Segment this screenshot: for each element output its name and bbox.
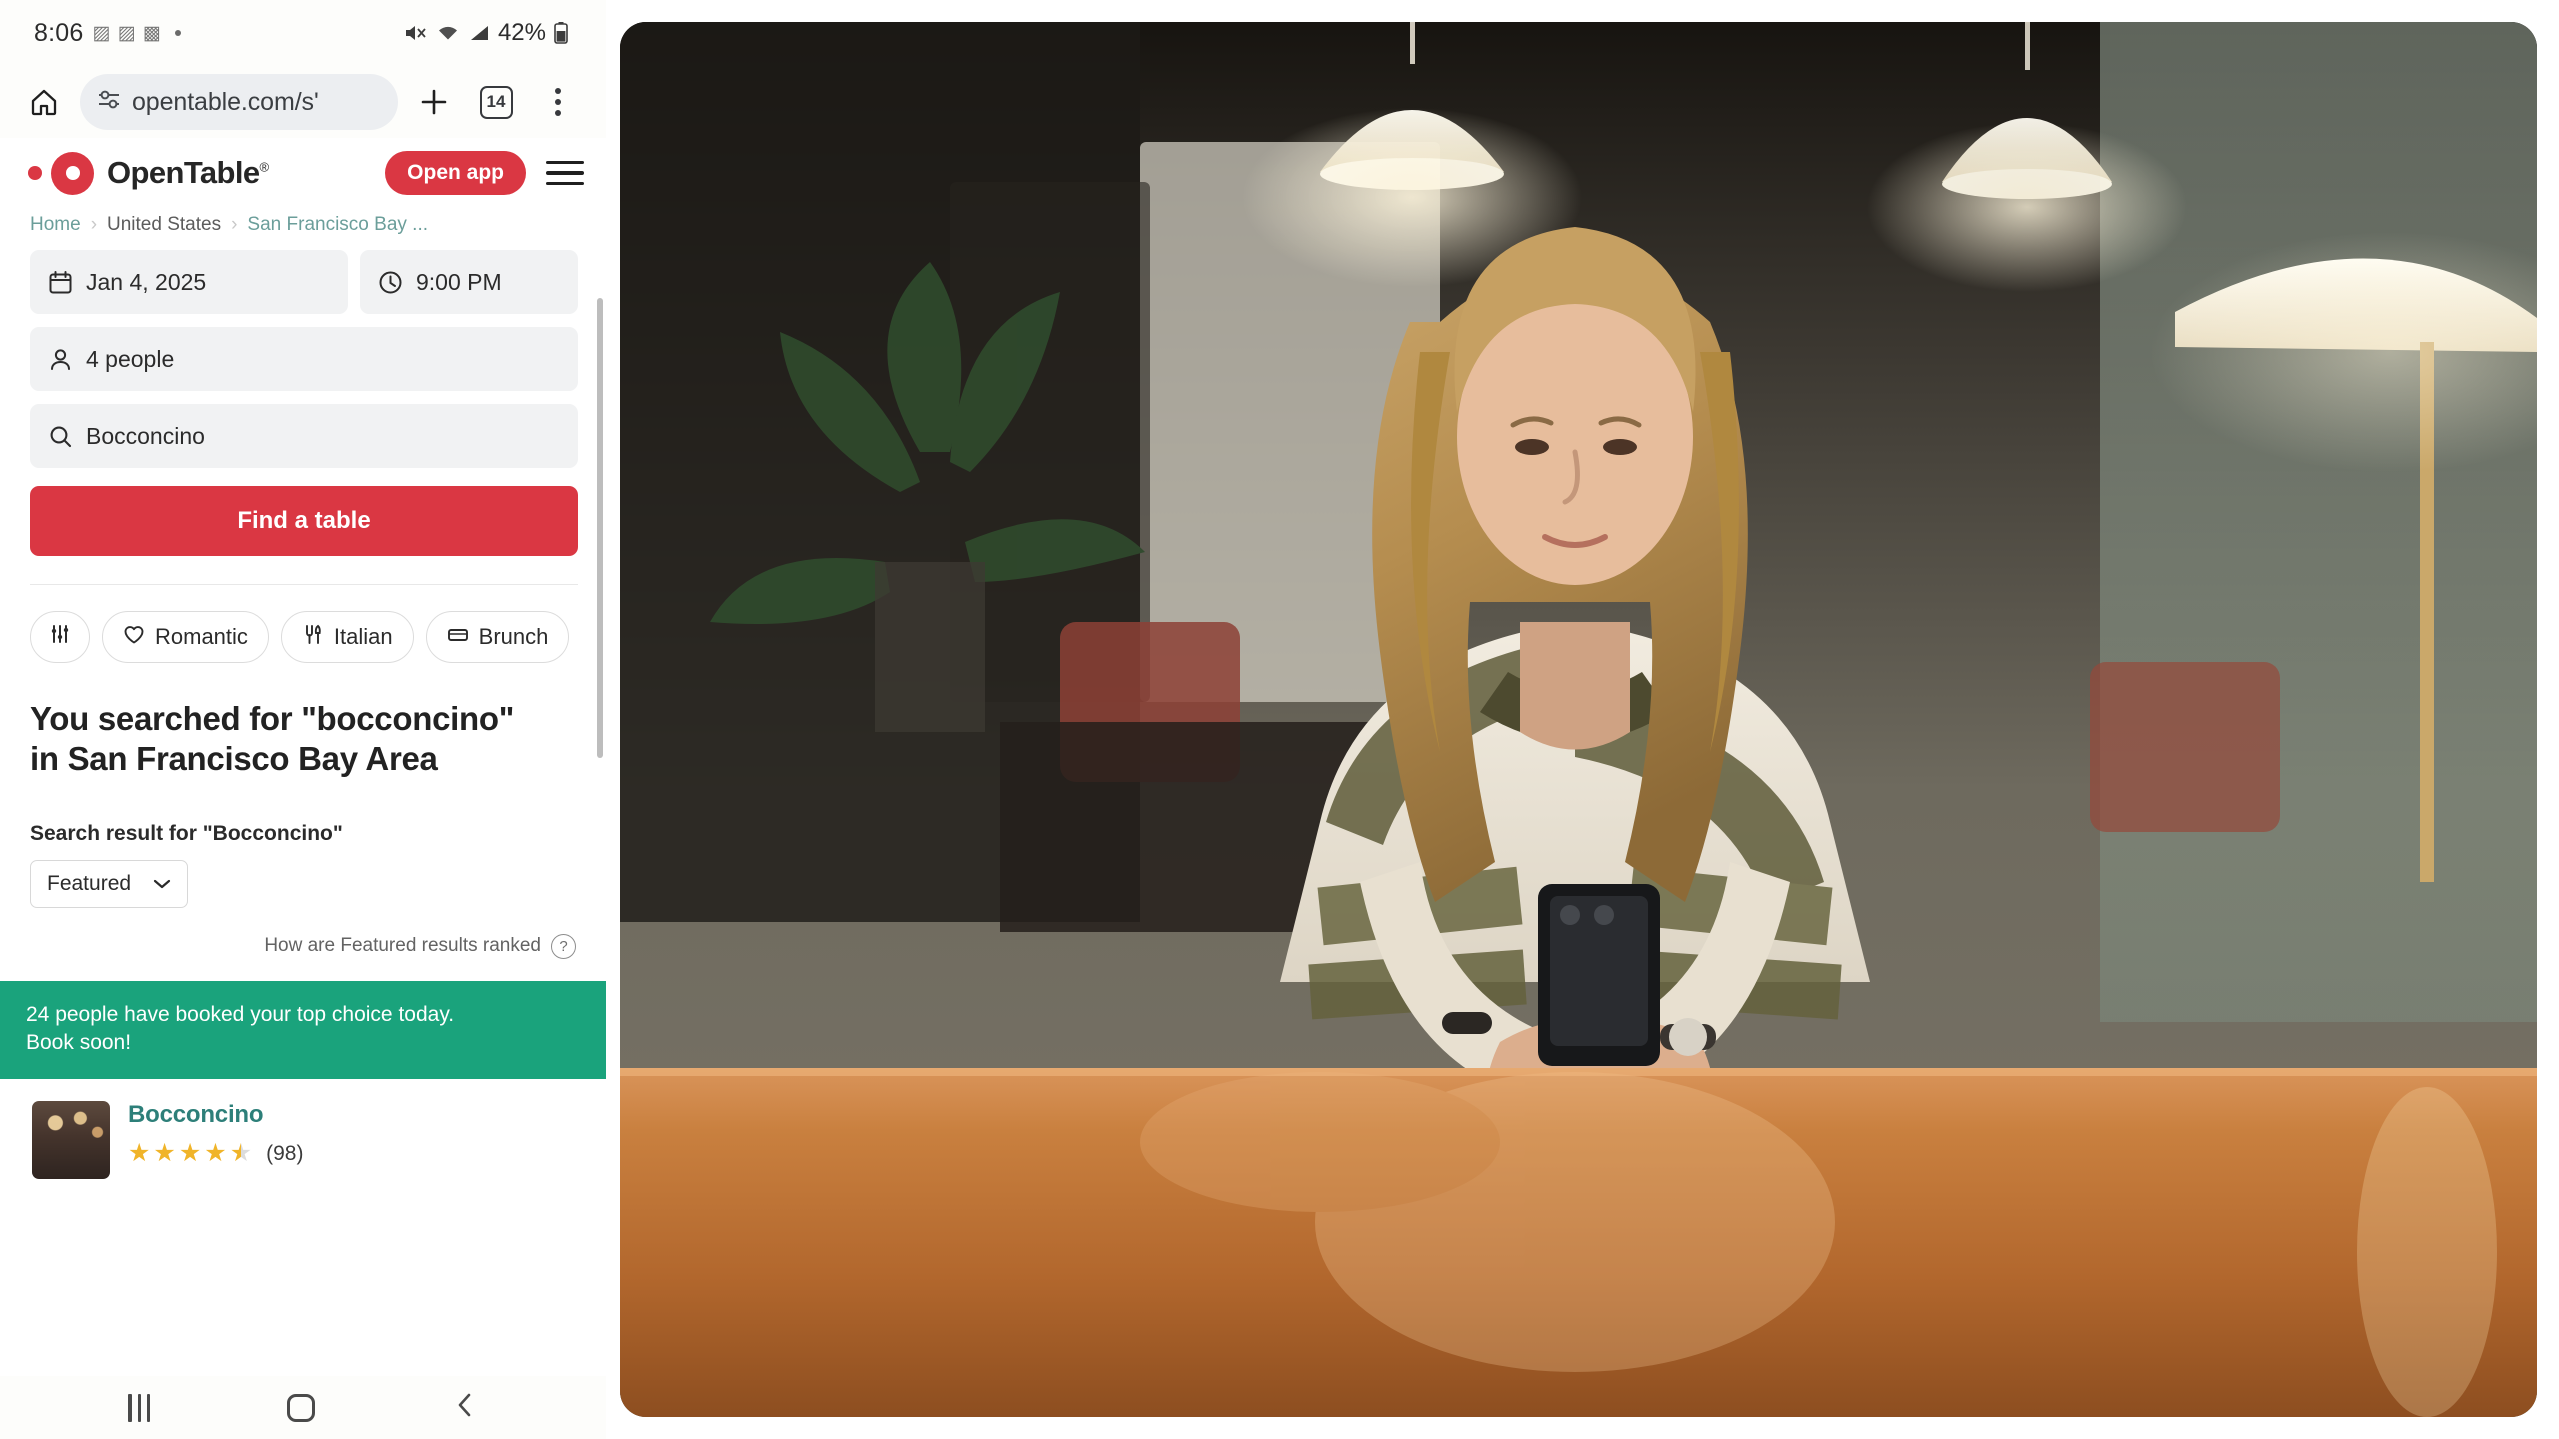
breadcrumb-item-san-francisco[interactable]: San Francisco Bay ... bbox=[247, 214, 428, 236]
brunch-icon bbox=[447, 624, 469, 651]
breadcrumb-item-united-states[interactable]: United States bbox=[107, 214, 221, 236]
screenshot-stage: 8:06 ▨ ▨ ▩ 42% opentable.com/s' 14 OpenT… bbox=[0, 0, 2559, 1439]
kebab-dots bbox=[555, 88, 561, 116]
person-icon bbox=[48, 347, 73, 372]
restaurant-info: Bocconcino ★ ★ ★ ★ ★ (98) bbox=[128, 1101, 576, 1179]
chip-brunch[interactable]: Brunch bbox=[425, 611, 570, 663]
page-title-line2: in San Francisco Bay Area bbox=[30, 740, 438, 778]
registered-mark: ® bbox=[259, 159, 270, 175]
search-result-label: Search result for "Bocconcino" bbox=[30, 821, 343, 845]
search-input[interactable]: Bocconcino bbox=[30, 404, 578, 468]
star-icon: ★ bbox=[128, 1139, 151, 1168]
date-value: Jan 4, 2025 bbox=[86, 268, 207, 295]
cellular-signal-icon bbox=[468, 23, 490, 43]
breadcrumb-separator-icon: › bbox=[231, 214, 238, 235]
address-bar-url: opentable.com/s' bbox=[132, 87, 319, 116]
promo-banner: 24 people have booked your top choice to… bbox=[0, 980, 606, 1080]
breadcrumb-item-home[interactable]: Home bbox=[30, 214, 81, 236]
page-title: You searched for "bocconcino" in San Fra… bbox=[0, 689, 606, 780]
status-clock: 8:06 bbox=[34, 18, 84, 47]
logo-ring-icon bbox=[51, 151, 94, 195]
wifi-icon bbox=[436, 23, 460, 43]
breadcrumb-separator-icon: › bbox=[90, 214, 98, 235]
sort-value: Featured bbox=[47, 871, 132, 895]
featured-ranking-note: How are Featured results ranked ? bbox=[0, 908, 606, 959]
android-nav-bar bbox=[0, 1376, 606, 1439]
chip-label: Brunch bbox=[478, 624, 549, 649]
star-icon: ★ bbox=[204, 1139, 227, 1168]
brand-wordmark: OpenTable® bbox=[107, 155, 270, 190]
party-size-row: 4 people bbox=[30, 327, 578, 391]
browser-toolbar: opentable.com/s' 14 bbox=[0, 66, 606, 138]
chevron-down-icon bbox=[153, 872, 171, 896]
tab-count: 14 bbox=[479, 85, 513, 119]
time-value: 9:00 PM bbox=[416, 268, 502, 295]
featured-ranking-text: How are Featured results ranked bbox=[264, 935, 541, 956]
chip-label: Italian bbox=[333, 624, 393, 649]
filters-chip[interactable] bbox=[30, 611, 90, 663]
cutlery-icon bbox=[302, 624, 324, 651]
search-icon bbox=[48, 424, 73, 449]
heart-icon bbox=[123, 624, 145, 651]
home-icon[interactable] bbox=[18, 76, 70, 128]
back-chevron-icon[interactable] bbox=[452, 1390, 478, 1425]
sort-dropdown[interactable]: Featured bbox=[30, 859, 189, 908]
promo-line-1: 24 people have booked your top choice to… bbox=[26, 1002, 455, 1026]
logo-dot-icon bbox=[28, 166, 42, 180]
question-mark-icon[interactable]: ? bbox=[551, 933, 576, 959]
phone-frame: 8:06 ▨ ▨ ▩ 42% opentable.com/s' 14 OpenT… bbox=[0, 0, 606, 1439]
calendar-icon bbox=[48, 270, 73, 295]
clock-icon bbox=[378, 270, 403, 295]
search-form: Jan 4, 2025 9:00 PM 4 people Bocconcino … bbox=[0, 250, 606, 585]
sort-control-wrap: Featured bbox=[0, 846, 606, 908]
page-scrollbar[interactable] bbox=[597, 298, 603, 758]
filter-sliders-icon bbox=[49, 623, 71, 651]
web-page-viewport: OpenTable® Open app Home › United States… bbox=[0, 138, 606, 1376]
three-dot-menu-icon[interactable] bbox=[532, 76, 584, 128]
date-time-row: Jan 4, 2025 9:00 PM bbox=[30, 250, 578, 314]
woman-at-table-using-phone-photo bbox=[620, 22, 2537, 1417]
chip-label: Romantic bbox=[155, 624, 248, 649]
restaurant-result-card[interactable]: Bocconcino ★ ★ ★ ★ ★ (98) bbox=[0, 1079, 606, 1180]
hamburger-menu-icon[interactable] bbox=[540, 151, 584, 195]
home-square-icon[interactable] bbox=[287, 1393, 316, 1422]
rating-row: ★ ★ ★ ★ ★ (98) bbox=[128, 1141, 576, 1166]
open-app-button[interactable]: Open app bbox=[385, 151, 526, 195]
star-half-icon: ★ bbox=[229, 1139, 253, 1168]
star-icon: ★ bbox=[153, 1139, 176, 1168]
time-field[interactable]: 9:00 PM bbox=[360, 250, 578, 314]
party-size-value: 4 people bbox=[86, 345, 175, 372]
search-query-value: Bocconcino bbox=[86, 422, 205, 449]
status-notification-glyphs: ▨ ▨ ▩ bbox=[92, 22, 162, 44]
battery-icon bbox=[554, 22, 568, 44]
volume-mute-icon bbox=[404, 23, 428, 43]
status-dot-icon bbox=[174, 30, 181, 36]
status-bar-right: 42% bbox=[404, 19, 568, 47]
page-title-line1: You searched for "bocconcino" bbox=[30, 700, 515, 737]
address-bar[interactable]: opentable.com/s' bbox=[80, 74, 398, 130]
date-field[interactable]: Jan 4, 2025 bbox=[30, 250, 348, 314]
recents-icon[interactable] bbox=[128, 1393, 151, 1422]
site-settings-icon[interactable] bbox=[96, 87, 122, 118]
opentable-logo[interactable]: OpenTable® bbox=[28, 151, 270, 195]
status-bar-left: 8:06 ▨ ▨ ▩ bbox=[34, 19, 181, 48]
chip-romantic[interactable]: Romantic bbox=[102, 611, 269, 663]
find-a-table-button[interactable]: Find a table bbox=[30, 486, 578, 556]
chip-italian[interactable]: Italian bbox=[280, 611, 414, 663]
android-status-bar: 8:06 ▨ ▨ ▩ 42% bbox=[0, 0, 606, 66]
party-size-field[interactable]: 4 people bbox=[30, 327, 578, 391]
review-count: (98) bbox=[266, 1141, 304, 1165]
promo-line-2: Book soon! bbox=[26, 1030, 132, 1054]
restaurant-name[interactable]: Bocconcino bbox=[128, 1101, 576, 1129]
breadcrumb: Home › United States › San Francisco Bay… bbox=[0, 208, 606, 250]
filter-chip-row: Romantic Italian Brunch bbox=[0, 585, 606, 689]
query-row: Bocconcino bbox=[30, 404, 578, 468]
photo-illustration bbox=[620, 22, 2537, 1417]
tab-switcher-button[interactable]: 14 bbox=[470, 76, 522, 128]
plus-icon[interactable] bbox=[408, 76, 460, 128]
opentable-header: OpenTable® Open app bbox=[0, 138, 606, 208]
restaurant-interior-thumbnail bbox=[32, 1101, 110, 1180]
battery-percentage: 42% bbox=[497, 19, 546, 46]
star-icon: ★ bbox=[178, 1139, 202, 1168]
